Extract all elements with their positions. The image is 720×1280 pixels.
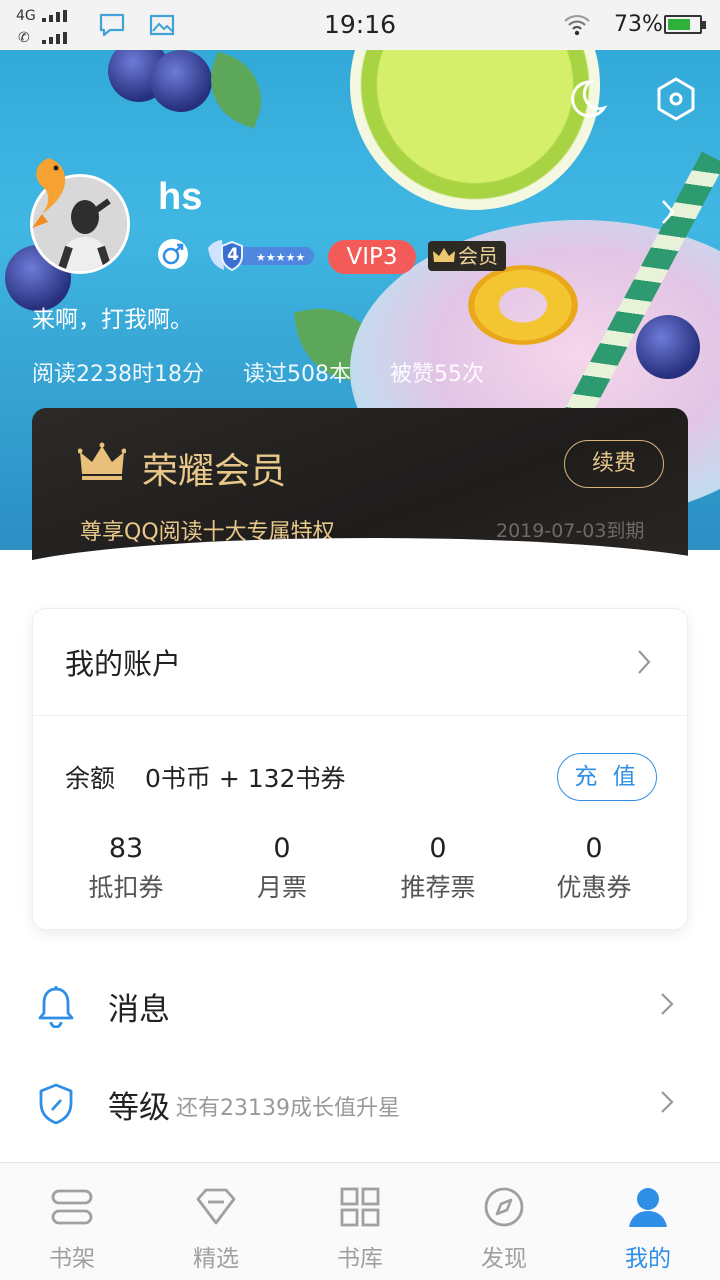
recommend-ticket-stat[interactable]: 0 推荐票 <box>363 833 513 904</box>
level-progress-text: 还有23139成长值升星 <box>176 1096 400 1121</box>
signature[interactable]: 来啊，打我啊。 <box>32 300 193 334</box>
night-mode-icon[interactable] <box>566 78 608 120</box>
clock: 19:16 <box>323 10 397 39</box>
nav-bookshelf[interactable]: 书架 <box>0 1163 144 1280</box>
grid-icon <box>340 1187 380 1227</box>
books-read: 读过508本 <box>242 362 351 387</box>
messages-label: 消息 <box>108 992 170 1028</box>
battery-icon <box>664 15 706 34</box>
stat-label: 抵扣券 <box>88 873 164 902</box>
stat-label: 推荐票 <box>400 873 476 902</box>
stat-value: 83 <box>108 833 144 864</box>
blueberry-illustration <box>636 315 700 379</box>
stat-value: 0 <box>429 833 447 864</box>
chevron-right-icon[interactable] <box>660 198 676 226</box>
honor-expiry: 2019-07-03到期 <box>496 520 645 542</box>
vip-badge[interactable]: VIP3 <box>328 240 416 274</box>
svg-text:★★★★★: ★★★★★ <box>256 251 305 264</box>
honor-description: 尊享QQ阅读十大专属特权 <box>80 520 335 545</box>
renew-button[interactable]: 续费 <box>564 440 664 488</box>
level-shield-icon: ★★★★★ <box>208 240 314 272</box>
diamond-icon <box>196 1188 236 1225</box>
level-badge[interactable]: ★★★★★ 4 <box>204 238 316 272</box>
stat-value: 0 <box>585 833 603 864</box>
bell-icon <box>38 986 74 1028</box>
chevron-right-icon[interactable] <box>637 649 651 675</box>
stat-label: 月票 <box>256 873 307 902</box>
likes-count: 被赞55次 <box>389 362 484 387</box>
honor-member-card[interactable]: 荣耀会员 续费 尊享QQ阅读十大专属特权 2019-07-03到期 <box>32 408 688 568</box>
coupon-stat[interactable]: 0 优惠券 <box>519 833 669 904</box>
divider <box>33 715 689 716</box>
nav-label: 书库 <box>337 1246 383 1272</box>
compass-icon <box>484 1187 524 1227</box>
level-label: 等级 <box>108 1090 170 1126</box>
lime-illustration <box>350 50 600 210</box>
crown-icon <box>78 442 126 480</box>
reading-stats: 阅读2238时18分 读过508本 被赞55次 <box>32 356 516 388</box>
messages-row[interactable]: 消息 <box>0 956 720 1052</box>
recharge-button[interactable]: 充 值 <box>557 753 657 801</box>
koi-fish-icon <box>32 158 66 228</box>
status-bar: 4G ✆ 19:16 73% <box>0 0 720 50</box>
swim-ring-illustration <box>468 265 578 345</box>
male-icon <box>158 239 188 269</box>
person-icon <box>629 1188 667 1227</box>
nav-label: 发现 <box>481 1246 527 1272</box>
chevron-right-icon <box>661 1091 674 1113</box>
stat-label: 优惠券 <box>556 873 632 902</box>
wifi-icon <box>564 14 590 36</box>
nav-me[interactable]: 我的 <box>576 1163 720 1280</box>
voucher-stat[interactable]: 83 抵扣券 <box>51 833 201 904</box>
monthly-ticket-stat[interactable]: 0 月票 <box>207 833 357 904</box>
level-row[interactable]: 等级 还有23139成长值升星 <box>0 1054 720 1150</box>
nav-label: 我的 <box>625 1246 671 1272</box>
battery-percent: 73% <box>614 12 663 37</box>
member-label: 会员 <box>458 244 498 268</box>
reading-time: 阅读2238时18分 <box>32 362 204 387</box>
account-title[interactable]: 我的账户 <box>65 641 181 683</box>
nav-label: 书架 <box>49 1246 95 1272</box>
crown-icon <box>433 248 455 262</box>
nav-library[interactable]: 书库 <box>288 1163 432 1280</box>
level-number: 4 <box>227 245 239 265</box>
username[interactable]: hs <box>158 176 202 219</box>
honor-title: 荣耀会员 <box>142 451 287 492</box>
nav-discover[interactable]: 发现 <box>432 1163 576 1280</box>
balance-label: 余额 <box>65 764 116 793</box>
balance-value: 0书币 + 132书券 <box>145 764 346 793</box>
chevron-right-icon <box>661 993 674 1015</box>
nav-featured[interactable]: 精选 <box>144 1163 288 1280</box>
blueberry-illustration <box>150 50 212 112</box>
avatar[interactable] <box>18 152 138 274</box>
account-card: 我的账户 余额 0书币 + 132书券 充 值 83 抵扣券 0 月票 0 推荐… <box>32 608 689 930</box>
bookshelf-icon <box>51 1189 93 1225</box>
settings-icon[interactable] <box>654 76 698 122</box>
member-badge[interactable]: 会员 <box>428 241 506 271</box>
bottom-navigation: 书架 精选 书库 发现 我的 <box>0 1162 720 1280</box>
shield-icon <box>39 1083 73 1125</box>
nav-label: 精选 <box>193 1246 239 1272</box>
stat-value: 0 <box>273 833 291 864</box>
